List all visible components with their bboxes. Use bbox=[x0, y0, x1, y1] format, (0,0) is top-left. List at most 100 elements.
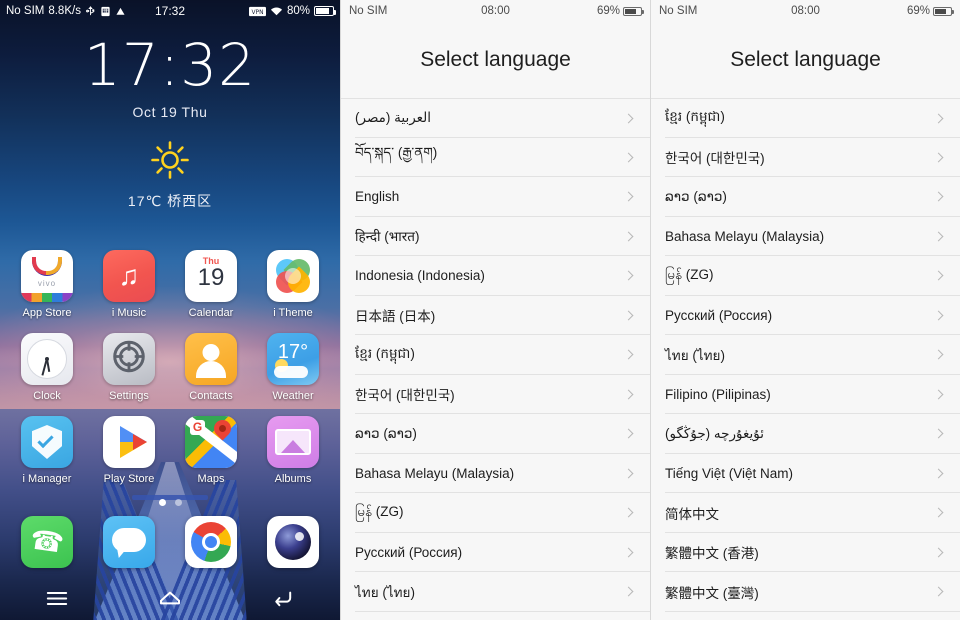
app-app-store[interactable]: vivo App Store bbox=[16, 250, 78, 319]
language-list-item[interactable]: Tiếng Việt (Việt Nam) bbox=[651, 453, 960, 493]
language-list-item[interactable]: 한국어 (대한민국) bbox=[651, 137, 960, 177]
app-contacts[interactable]: Contacts bbox=[180, 333, 242, 402]
language-name: ไทย (ไทย) bbox=[665, 347, 725, 363]
maps-g-glyph: G bbox=[190, 420, 205, 435]
app-label: Settings bbox=[109, 390, 149, 402]
lockscreen-clock-widget: 17:32 Oct 19 Thu bbox=[0, 36, 340, 120]
app-i-music[interactable]: ♫ i Music bbox=[98, 250, 160, 319]
language-list-item[interactable]: ខ្មែរ (កម្ពុជា) bbox=[341, 335, 650, 375]
language-list-item[interactable]: 繁體中文 (香港) bbox=[651, 532, 960, 572]
language-list-item[interactable]: བོད་སྐད་ (རྒྱ་ནག) bbox=[341, 137, 650, 177]
back-button[interactable] bbox=[260, 583, 306, 613]
chevron-right-icon bbox=[933, 507, 944, 518]
app-clock[interactable]: Clock bbox=[16, 333, 78, 402]
home-button[interactable] bbox=[147, 583, 193, 613]
status-right-group: 69% bbox=[597, 5, 644, 17]
language-list-item[interactable]: 繁體中文 (臺灣) bbox=[651, 572, 960, 612]
vivo-appstore-icon: vivo bbox=[21, 250, 73, 302]
language-list-item[interactable]: ລາວ (ລາວ) bbox=[651, 177, 960, 217]
app-albums[interactable]: Albums bbox=[262, 416, 324, 485]
language-list-item[interactable]: ئۇيغۇرچە (جۇڭگو) bbox=[651, 414, 960, 454]
language-list-item[interactable]: Filipino (Pilipinas) bbox=[651, 374, 960, 414]
language-name: 简体中文 bbox=[665, 506, 719, 522]
page-dot-active[interactable] bbox=[158, 499, 166, 506]
language-name: Русский (Россия) bbox=[355, 544, 463, 560]
language-list-item[interactable]: Русский (Россия) bbox=[341, 532, 650, 572]
language-name: မြန် (ZG) bbox=[355, 503, 404, 519]
weather-widget[interactable]: 17℃ 桥西区 bbox=[0, 140, 340, 211]
dock-chrome-button[interactable] bbox=[185, 516, 237, 568]
language-name: ລາວ (ລາວ) bbox=[665, 188, 727, 204]
app-label: i Manager bbox=[22, 473, 72, 485]
app-play-store[interactable]: Play Store bbox=[98, 416, 160, 485]
app-label: Play Store bbox=[103, 473, 155, 485]
language-list-item[interactable]: English bbox=[341, 177, 650, 217]
battery-percent-label: 69% bbox=[906, 5, 930, 17]
language-name: ئۇيغۇرچە (جۇڭگو) bbox=[665, 425, 764, 441]
person-icon bbox=[185, 333, 237, 385]
chevron-right-icon bbox=[933, 152, 944, 163]
chevron-right-icon bbox=[623, 310, 634, 321]
language-name: Bahasa Melayu (Malaysia) bbox=[665, 228, 825, 244]
menu-button[interactable] bbox=[34, 583, 80, 613]
chevron-right-icon bbox=[623, 507, 634, 518]
language-list-item[interactable]: 简体中文 bbox=[651, 493, 960, 533]
app-settings[interactable]: Settings bbox=[98, 333, 160, 402]
language-name: 繁體中文 (臺灣) bbox=[665, 585, 759, 601]
calendar-day: 19 bbox=[197, 264, 225, 291]
chevron-right-icon bbox=[933, 191, 944, 202]
language-name: ລາວ (ລາວ) bbox=[355, 425, 417, 441]
app-label: Maps bbox=[197, 473, 225, 485]
language-name: 한국어 (대한민국) bbox=[355, 388, 455, 404]
language-list-item[interactable]: हिन्दी (भारत) bbox=[341, 216, 650, 256]
app-weather[interactable]: 17° Weather bbox=[262, 333, 324, 402]
calendar-icon: Thu 19 bbox=[185, 250, 237, 302]
language-name: ไทย (ไทย) bbox=[355, 584, 415, 600]
app-grid: vivo App Store ♫ i Music Thu 19 Calendar… bbox=[0, 250, 340, 499]
language-list-item[interactable]: ລາວ (ລາວ) bbox=[341, 414, 650, 454]
theme-petals-icon bbox=[267, 250, 319, 302]
language-name: ខ្មែរ (កម្ពុជា) bbox=[355, 345, 415, 361]
language-list-item[interactable]: 日本語 (日本) bbox=[341, 295, 650, 335]
svg-text:VPN: VPN bbox=[251, 8, 263, 15]
app-i-theme[interactable]: i Theme bbox=[262, 250, 324, 319]
language-list-item[interactable]: ไทย (ไทย) bbox=[341, 572, 650, 612]
language-list-item[interactable]: ខ្មែរ (កម្ពុជា) bbox=[651, 98, 960, 138]
weather-label: 17℃ 桥西区 bbox=[127, 193, 213, 209]
app-maps[interactable]: G Maps bbox=[180, 416, 242, 485]
language-name: English bbox=[355, 189, 400, 205]
language-name: 繁體中文 (香港) bbox=[665, 546, 759, 562]
dock-phone-button[interactable]: ☎ bbox=[21, 516, 73, 568]
page-dot[interactable] bbox=[174, 499, 182, 506]
app-calendar[interactable]: Thu 19 Calendar bbox=[180, 250, 242, 319]
app-label: Albums bbox=[274, 473, 312, 485]
dock-messages-button[interactable] bbox=[103, 516, 155, 568]
home-screen-panel: No SIM 8.8K/s 17:32 VPN 80% 17:32 Oct 19… bbox=[0, 0, 340, 620]
language-list-item[interactable]: 한국어 (대한민국) bbox=[341, 374, 650, 414]
language-list-item[interactable]: ไทย (ไทย) bbox=[651, 335, 960, 375]
language-list-item[interactable]: العربية (مصر) bbox=[341, 98, 650, 138]
language-list-item[interactable]: Indonesia (Indonesia) bbox=[341, 256, 650, 296]
chevron-right-icon bbox=[933, 231, 944, 242]
language-name: བོད་སྐད་ (རྒྱ་ནག) bbox=[355, 145, 438, 161]
chevron-right-icon bbox=[933, 113, 944, 124]
chevron-right-icon bbox=[933, 468, 944, 479]
language-list-item[interactable]: Bahasa Melayu (Malaysia) bbox=[341, 453, 650, 493]
language-list-item[interactable]: Русский (Россия) bbox=[651, 295, 960, 335]
status-right-group: 69% bbox=[906, 5, 954, 17]
chevron-right-icon bbox=[933, 547, 944, 558]
dock-camera-button[interactable] bbox=[267, 516, 319, 568]
app-label: i Theme bbox=[273, 307, 313, 319]
shield-check-icon bbox=[21, 416, 73, 468]
language-name: 日本語 (日本) bbox=[355, 309, 436, 325]
chevron-right-icon bbox=[933, 389, 944, 400]
app-i-manager[interactable]: i Manager bbox=[16, 416, 78, 485]
language-list-item[interactable]: မြန် (ZG) bbox=[341, 493, 650, 533]
language-list-2: ខ្មែរ (កម្ពុជា) 한국어 (대한민국) ລາວ (ລາວ) Bahasa… bbox=[651, 98, 960, 612]
language-name: Bahasa Melayu (Malaysia) bbox=[355, 465, 515, 481]
language-list-item[interactable]: Bahasa Melayu (Malaysia) bbox=[651, 216, 960, 256]
play-store-icon bbox=[103, 416, 155, 468]
chevron-right-icon bbox=[623, 586, 634, 597]
google-maps-icon: G bbox=[185, 416, 237, 468]
language-list-item[interactable]: မြန် (ZG) bbox=[651, 256, 960, 296]
